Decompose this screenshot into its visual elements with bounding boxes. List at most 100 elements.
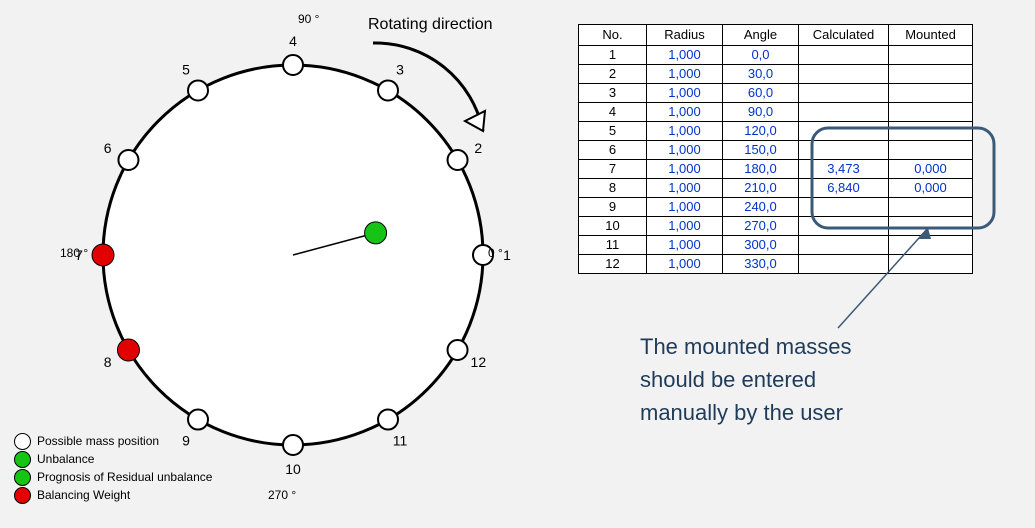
cell-no: 4 xyxy=(579,103,647,122)
cell-mounted[interactable] xyxy=(889,84,973,103)
table-row[interactable]: 61,000150,0 xyxy=(579,141,973,160)
cell-radius: 1,000 xyxy=(647,198,723,217)
axis-tick-270: 270 ° xyxy=(268,488,296,502)
cell-angle: 150,0 xyxy=(723,141,799,160)
cell-angle: 330,0 xyxy=(723,255,799,274)
cell-angle: 270,0 xyxy=(723,217,799,236)
cell-calculated[interactable] xyxy=(799,141,889,160)
cell-radius: 1,000 xyxy=(647,179,723,198)
col-radius: Radius xyxy=(647,25,723,46)
rotation-arrow-icon xyxy=(353,35,523,155)
cell-mounted[interactable] xyxy=(889,236,973,255)
cell-calculated[interactable] xyxy=(799,236,889,255)
cell-radius: 1,000 xyxy=(647,84,723,103)
table-header-row: No. Radius Angle Calculated Mounted xyxy=(579,25,973,46)
cell-angle: 180,0 xyxy=(723,160,799,179)
mass-table-grid[interactable]: No. Radius Angle Calculated Mounted 11,0… xyxy=(578,24,973,274)
cell-no: 1 xyxy=(579,46,647,65)
note-line: should be entered xyxy=(640,363,852,396)
cell-radius: 1,000 xyxy=(647,141,723,160)
mass-position xyxy=(188,80,208,100)
mass-position-label: 11 xyxy=(393,432,408,448)
mass-position-label: 10 xyxy=(285,461,301,477)
mass-position-label: 12 xyxy=(471,354,487,370)
cell-calculated[interactable] xyxy=(799,103,889,122)
cell-no: 9 xyxy=(579,198,647,217)
callout-note: The mounted masses should be entered man… xyxy=(640,330,852,429)
cell-calculated[interactable]: 6,840 xyxy=(799,179,889,198)
cell-no: 8 xyxy=(579,179,647,198)
cell-radius: 1,000 xyxy=(647,160,723,179)
note-line: manually by the user xyxy=(640,396,852,429)
cell-calculated[interactable] xyxy=(799,255,889,274)
cell-calculated[interactable] xyxy=(799,65,889,84)
cell-radius: 1,000 xyxy=(647,236,723,255)
cell-angle: 90,0 xyxy=(723,103,799,122)
cell-mounted[interactable] xyxy=(889,198,973,217)
axis-tick-180: 180 ° xyxy=(60,246,88,260)
cell-no: 2 xyxy=(579,65,647,84)
mass-position-label: 5 xyxy=(182,62,190,78)
col-angle: Angle xyxy=(723,25,799,46)
table-row[interactable]: 11,0000,0 xyxy=(579,46,973,65)
table-row[interactable]: 101,000270,0 xyxy=(579,217,973,236)
cell-radius: 1,000 xyxy=(647,65,723,84)
table-row[interactable]: 31,00060,0 xyxy=(579,84,973,103)
cell-angle: 60,0 xyxy=(723,84,799,103)
cell-no: 5 xyxy=(579,122,647,141)
cell-mounted[interactable] xyxy=(889,46,973,65)
legend: Possible mass position Unbalance Prognos… xyxy=(14,432,212,504)
cell-no: 6 xyxy=(579,141,647,160)
cell-mounted[interactable] xyxy=(889,141,973,160)
mass-position-label: 4 xyxy=(289,33,297,49)
cell-mounted[interactable]: 0,000 xyxy=(889,179,973,198)
cell-angle: 120,0 xyxy=(723,122,799,141)
mass-position-label: 8 xyxy=(104,354,112,370)
table-row[interactable]: 111,000300,0 xyxy=(579,236,973,255)
col-no: No. xyxy=(579,25,647,46)
legend-swatch-prognosis xyxy=(14,469,31,486)
mass-position xyxy=(188,410,208,430)
cell-no: 3 xyxy=(579,84,647,103)
table-row[interactable]: 21,00030,0 xyxy=(579,65,973,84)
cell-mounted[interactable] xyxy=(889,65,973,84)
table-row[interactable]: 121,000330,0 xyxy=(579,255,973,274)
cell-no: 10 xyxy=(579,217,647,236)
cell-calculated[interactable]: 3,473 xyxy=(799,160,889,179)
table-row[interactable]: 51,000120,0 xyxy=(579,122,973,141)
cell-angle: 240,0 xyxy=(723,198,799,217)
mass-position xyxy=(283,435,303,455)
cell-no: 7 xyxy=(579,160,647,179)
col-calculated: Calculated xyxy=(799,25,889,46)
cell-angle: 300,0 xyxy=(723,236,799,255)
legend-label: Possible mass position xyxy=(37,434,159,448)
cell-calculated[interactable] xyxy=(799,84,889,103)
cell-calculated[interactable] xyxy=(799,122,889,141)
cell-calculated[interactable] xyxy=(799,217,889,236)
legend-label: Prognosis of Residual unbalance xyxy=(37,470,212,484)
cell-radius: 1,000 xyxy=(647,46,723,65)
cell-calculated[interactable] xyxy=(799,46,889,65)
mass-position xyxy=(448,340,468,360)
table-row[interactable]: 41,00090,0 xyxy=(579,103,973,122)
table-row[interactable]: 81,000210,06,8400,000 xyxy=(579,179,973,198)
polar-diagram: 123456789101112 Rotating direction 90 ° … xyxy=(0,0,540,528)
cell-angle: 210,0 xyxy=(723,179,799,198)
cell-no: 12 xyxy=(579,255,647,274)
cell-mounted[interactable] xyxy=(889,103,973,122)
cell-calculated[interactable] xyxy=(799,198,889,217)
rotating-direction-label: Rotating direction xyxy=(368,16,493,34)
cell-mounted[interactable] xyxy=(889,217,973,236)
mass-position xyxy=(283,55,303,75)
legend-swatch-unbalance xyxy=(14,451,31,468)
cell-radius: 1,000 xyxy=(647,122,723,141)
cell-mounted[interactable] xyxy=(889,122,973,141)
balancing-weight-marker xyxy=(117,339,139,361)
legend-swatch-possible xyxy=(14,433,31,450)
col-mounted: Mounted xyxy=(889,25,973,46)
mass-position xyxy=(118,150,138,170)
cell-mounted[interactable] xyxy=(889,255,973,274)
table-row[interactable]: 71,000180,03,4730,000 xyxy=(579,160,973,179)
cell-mounted[interactable]: 0,000 xyxy=(889,160,973,179)
table-row[interactable]: 91,000240,0 xyxy=(579,198,973,217)
